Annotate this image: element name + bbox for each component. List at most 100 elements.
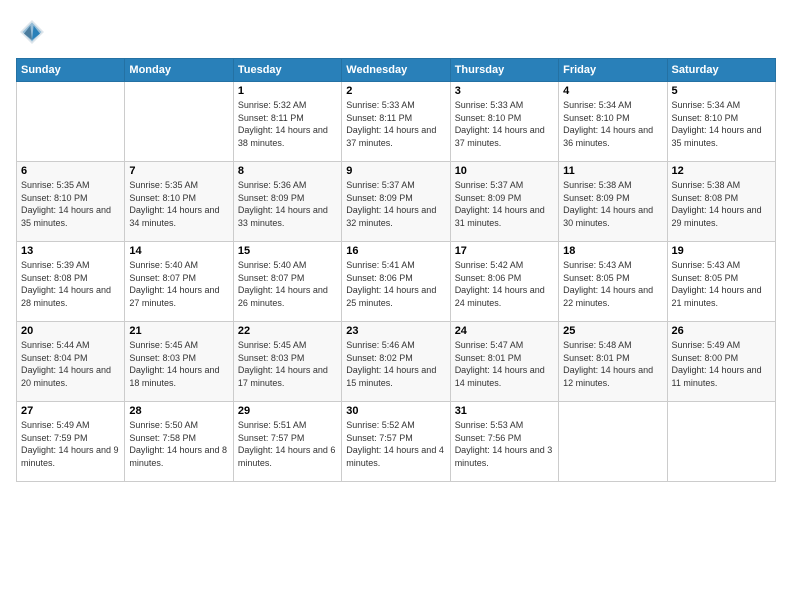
day-info: Sunrise: 5:35 AM Sunset: 8:10 PM Dayligh… [129,179,228,229]
calendar-week-row: 27 Sunrise: 5:49 AM Sunset: 7:59 PM Dayli… [17,402,776,482]
day-number: 21 [129,325,228,337]
calendar-cell: 13 Sunrise: 5:39 AM Sunset: 8:08 PM Dayli… [17,242,125,322]
calendar-cell: 11 Sunrise: 5:38 AM Sunset: 8:09 PM Dayli… [559,162,667,242]
calendar-cell: 14 Sunrise: 5:40 AM Sunset: 8:07 PM Dayli… [125,242,233,322]
day-number: 11 [563,165,662,177]
calendar-cell: 8Sunrise: 5:36 AM Sunset: 8:09 PM Daylig… [233,162,341,242]
day-number: 22 [238,325,337,337]
day-info: Sunrise: 5:49 AM Sunset: 8:00 PM Dayligh… [672,339,771,389]
calendar-cell: 23 Sunrise: 5:46 AM Sunset: 8:02 PM Dayli… [342,322,450,402]
day-info: Sunrise: 5:33 AM Sunset: 8:10 PM Dayligh… [455,99,554,149]
day-info: Sunrise: 5:41 AM Sunset: 8:06 PM Dayligh… [346,259,445,309]
calendar-cell: 5 Sunrise: 5:34 AM Sunset: 8:10 PM Daylig… [667,82,775,162]
day-number: 23 [346,325,445,337]
day-info: Sunrise: 5:45 AM Sunset: 8:03 PM Dayligh… [238,339,337,389]
calendar-cell: 24 Sunrise: 5:47 AM Sunset: 8:01 PM Dayli… [450,322,558,402]
day-number: 8 [238,165,337,177]
calendar-cell: 30 Sunrise: 5:52 AM Sunset: 7:57 PM Dayli… [342,402,450,482]
day-number: 2 [346,85,445,97]
day-info: Sunrise: 5:52 AM Sunset: 7:57 PM Dayligh… [346,419,445,469]
day-info: Sunrise: 5:32 AM Sunset: 8:11 PM Dayligh… [238,99,337,149]
calendar-cell: 29 Sunrise: 5:51 AM Sunset: 7:57 PM Dayli… [233,402,341,482]
day-info: Sunrise: 5:49 AM Sunset: 7:59 PM Dayligh… [21,419,120,469]
calendar-week-row: 13 Sunrise: 5:39 AM Sunset: 8:08 PM Dayli… [17,242,776,322]
calendar-cell: 4 Sunrise: 5:34 AM Sunset: 8:10 PM Daylig… [559,82,667,162]
calendar-week-row: 6 Sunrise: 5:35 AM Sunset: 8:10 PM Daylig… [17,162,776,242]
day-info: Sunrise: 5:38 AM Sunset: 8:09 PM Dayligh… [563,179,662,229]
day-number: 20 [21,325,120,337]
day-number: 24 [455,325,554,337]
day-number: 3 [455,85,554,97]
day-info: Sunrise: 5:47 AM Sunset: 8:01 PM Dayligh… [455,339,554,389]
day-number: 10 [455,165,554,177]
calendar-cell: 18 Sunrise: 5:43 AM Sunset: 8:05 PM Dayli… [559,242,667,322]
weekday-header: Monday [125,59,233,82]
weekday-header: Sunday [17,59,125,82]
day-number: 13 [21,245,120,257]
day-info: Sunrise: 5:39 AM Sunset: 8:08 PM Dayligh… [21,259,120,309]
day-info: Sunrise: 5:45 AM Sunset: 8:03 PM Dayligh… [129,339,228,389]
calendar-week-row: 1 Sunrise: 5:32 AM Sunset: 8:11 PM Daylig… [17,82,776,162]
day-info: Sunrise: 5:43 AM Sunset: 8:05 PM Dayligh… [563,259,662,309]
calendar-cell: 25Sunrise: 5:48 AM Sunset: 8:01 PM Dayli… [559,322,667,402]
calendar-cell: 15 Sunrise: 5:40 AM Sunset: 8:07 PM Dayli… [233,242,341,322]
calendar-cell: 10 Sunrise: 5:37 AM Sunset: 8:09 PM Dayli… [450,162,558,242]
day-number: 12 [672,165,771,177]
calendar-cell: 7 Sunrise: 5:35 AM Sunset: 8:10 PM Daylig… [125,162,233,242]
calendar-cell: 19 Sunrise: 5:43 AM Sunset: 8:05 PM Dayli… [667,242,775,322]
day-number: 29 [238,405,337,417]
day-number: 30 [346,405,445,417]
day-number: 17 [455,245,554,257]
calendar-cell: 17 Sunrise: 5:42 AM Sunset: 8:06 PM Dayli… [450,242,558,322]
day-number: 9 [346,165,445,177]
calendar-table: SundayMondayTuesdayWednesdayThursdayFrid… [16,58,776,482]
day-number: 15 [238,245,337,257]
day-info: Sunrise: 5:34 AM Sunset: 8:10 PM Dayligh… [672,99,771,149]
calendar-cell: 20 Sunrise: 5:44 AM Sunset: 8:04 PM Dayli… [17,322,125,402]
calendar-cell [559,402,667,482]
calendar-cell: 21 Sunrise: 5:45 AM Sunset: 8:03 PM Dayli… [125,322,233,402]
calendar-cell: 28Sunrise: 5:50 AM Sunset: 7:58 PM Dayli… [125,402,233,482]
day-number: 7 [129,165,228,177]
calendar-cell: 16 Sunrise: 5:41 AM Sunset: 8:06 PM Dayli… [342,242,450,322]
day-info: Sunrise: 5:37 AM Sunset: 8:09 PM Dayligh… [455,179,554,229]
day-info: Sunrise: 5:46 AM Sunset: 8:02 PM Dayligh… [346,339,445,389]
day-number: 14 [129,245,228,257]
day-number: 25 [563,325,662,337]
weekday-header: Wednesday [342,59,450,82]
calendar-cell: 2 Sunrise: 5:33 AM Sunset: 8:11 PM Daylig… [342,82,450,162]
calendar-cell: 22 Sunrise: 5:45 AM Sunset: 8:03 PM Dayli… [233,322,341,402]
day-number: 31 [455,405,554,417]
day-number: 5 [672,85,771,97]
calendar-cell [667,402,775,482]
calendar-cell: 3 Sunrise: 5:33 AM Sunset: 8:10 PM Daylig… [450,82,558,162]
calendar-cell: 12 Sunrise: 5:38 AM Sunset: 8:08 PM Dayli… [667,162,775,242]
calendar-cell: 26Sunrise: 5:49 AM Sunset: 8:00 PM Dayli… [667,322,775,402]
day-number: 27 [21,405,120,417]
day-info: Sunrise: 5:50 AM Sunset: 7:58 PM Dayligh… [129,419,228,469]
weekday-header: Friday [559,59,667,82]
day-info: Sunrise: 5:40 AM Sunset: 8:07 PM Dayligh… [129,259,228,309]
day-info: Sunrise: 5:40 AM Sunset: 8:07 PM Dayligh… [238,259,337,309]
day-info: Sunrise: 5:37 AM Sunset: 8:09 PM Dayligh… [346,179,445,229]
day-info: Sunrise: 5:33 AM Sunset: 8:11 PM Dayligh… [346,99,445,149]
logo [16,16,52,48]
day-number: 18 [563,245,662,257]
calendar-cell: 31Sunrise: 5:53 AM Sunset: 7:56 PM Dayli… [450,402,558,482]
day-number: 6 [21,165,120,177]
day-info: Sunrise: 5:43 AM Sunset: 8:05 PM Dayligh… [672,259,771,309]
day-info: Sunrise: 5:44 AM Sunset: 8:04 PM Dayligh… [21,339,120,389]
day-number: 19 [672,245,771,257]
day-number: 16 [346,245,445,257]
day-number: 1 [238,85,337,97]
day-info: Sunrise: 5:51 AM Sunset: 7:57 PM Dayligh… [238,419,337,469]
day-info: Sunrise: 5:38 AM Sunset: 8:08 PM Dayligh… [672,179,771,229]
calendar-cell: 1 Sunrise: 5:32 AM Sunset: 8:11 PM Daylig… [233,82,341,162]
calendar-header-row: SundayMondayTuesdayWednesdayThursdayFrid… [17,59,776,82]
day-info: Sunrise: 5:34 AM Sunset: 8:10 PM Dayligh… [563,99,662,149]
day-info: Sunrise: 5:35 AM Sunset: 8:10 PM Dayligh… [21,179,120,229]
calendar-cell: 27 Sunrise: 5:49 AM Sunset: 7:59 PM Dayli… [17,402,125,482]
day-info: Sunrise: 5:42 AM Sunset: 8:06 PM Dayligh… [455,259,554,309]
day-number: 4 [563,85,662,97]
header [16,16,776,48]
